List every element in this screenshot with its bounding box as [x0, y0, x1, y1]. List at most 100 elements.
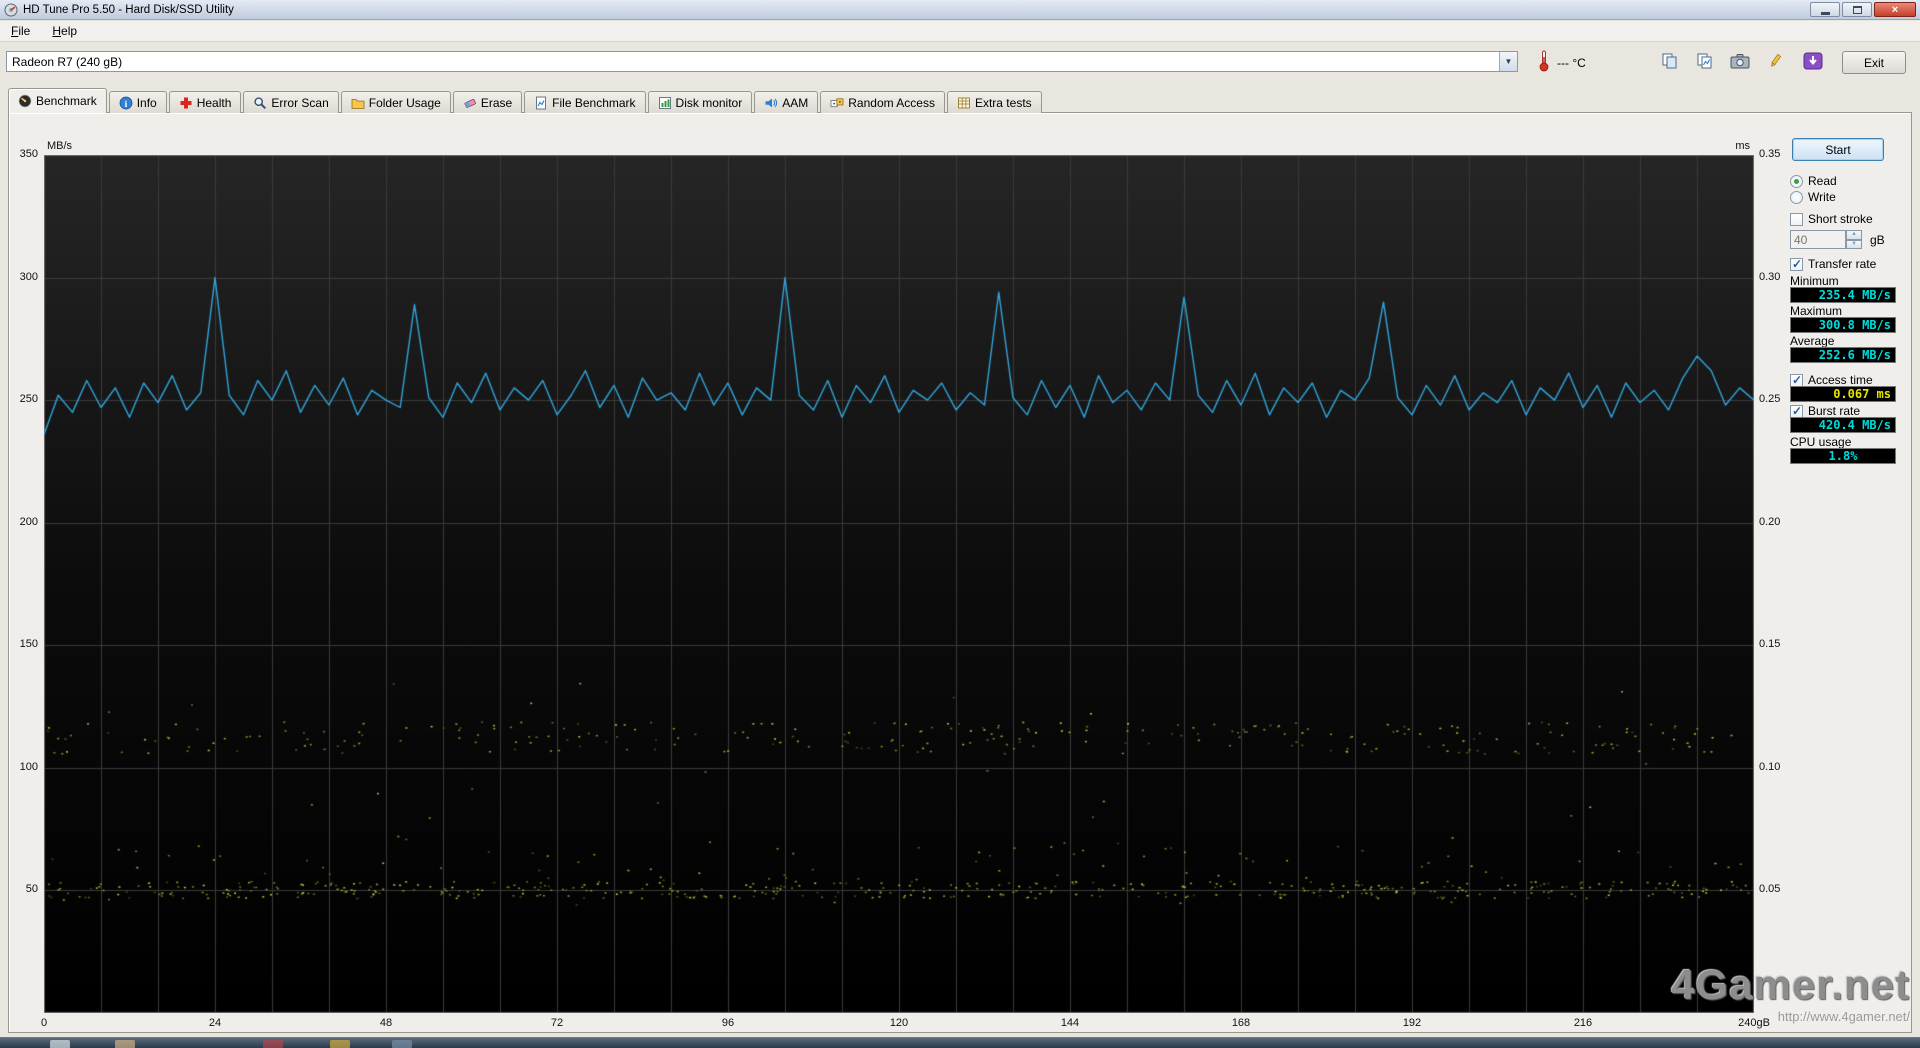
transfer-rate-label: Transfer rate — [1808, 257, 1877, 271]
watermark-url: http://www.4gamer.net/ — [1777, 1009, 1910, 1024]
tab-info[interactable]: i Info — [108, 91, 167, 113]
menu-help[interactable]: Help — [50, 23, 79, 39]
screenshot-button[interactable] — [1725, 49, 1754, 75]
tab-aam[interactable]: AAM — [754, 91, 819, 113]
short-stroke-checkbox[interactable] — [1790, 212, 1803, 226]
close-button[interactable]: × — [1874, 2, 1916, 17]
file-benchmark-icon — [534, 96, 548, 110]
read-radio-label: Read — [1808, 174, 1837, 188]
burst-rate-value: 420.4 MB/s — [1790, 417, 1896, 433]
spinner-up-icon[interactable]: ▲ — [1846, 230, 1862, 240]
drive-selector[interactable]: Radeon R7 (240 gB) ▼ — [6, 51, 1518, 72]
start-button[interactable]: Start — [1792, 138, 1884, 161]
copy-pages-icon — [1661, 53, 1679, 72]
health-icon — [179, 96, 193, 110]
menu-file[interactable]: File — [9, 23, 32, 39]
read-radio[interactable] — [1790, 174, 1803, 188]
tab-label: Extra tests — [974, 95, 1032, 110]
tab-label: Disk monitor — [675, 95, 743, 110]
tab-folder-usage[interactable]: Folder Usage — [340, 91, 451, 113]
camera-icon — [1730, 53, 1750, 72]
minimum-label: Minimum — [1790, 274, 1839, 288]
tab-extra-tests[interactable]: Extra tests — [946, 91, 1042, 113]
taskbar-sliver — [0, 1037, 1920, 1048]
maximum-value: 300.8 MB/s — [1790, 317, 1896, 333]
tab-health[interactable]: Health — [168, 91, 242, 113]
maximize-button[interactable] — [1842, 2, 1872, 17]
write-radio[interactable] — [1790, 190, 1803, 204]
copy-pages-button[interactable] — [1655, 49, 1684, 75]
copy-report-icon — [1696, 53, 1714, 72]
cpu-usage-label: CPU usage — [1790, 435, 1852, 449]
svg-text:i: i — [124, 99, 127, 109]
thermometer-icon — [1538, 49, 1550, 75]
tab-file-benchmark[interactable]: File Benchmark — [524, 91, 646, 113]
access-time-checkbox[interactable] — [1790, 373, 1803, 387]
tab-disk-monitor[interactable]: Disk monitor — [647, 91, 753, 113]
erase-icon — [463, 96, 477, 110]
taskbar-item — [50, 1040, 70, 1048]
taskbar-item — [115, 1040, 135, 1048]
tab-error-scan[interactable]: Error Scan — [243, 91, 339, 113]
access-time-label: Access time — [1808, 373, 1873, 387]
transfer-rate-option: Transfer rate — [1790, 257, 1876, 271]
drive-selector-value: Radeon R7 (240 gB) — [12, 54, 123, 69]
short-stroke-unit-label: gB — [1870, 233, 1885, 247]
extra-tests-icon — [957, 96, 971, 110]
benchmark-controls: Start Read Write Short stroke ▲ ▼ gB Tra… — [1788, 138, 1900, 473]
watermark-logo: 4Gamer.net — [1671, 961, 1910, 1008]
tab-label: File Benchmark — [552, 95, 636, 110]
short-stroke-option: Short stroke — [1790, 212, 1873, 226]
pen-icon — [1766, 53, 1784, 72]
maximize-icon — [1852, 5, 1862, 14]
taskbar-item — [330, 1040, 350, 1048]
save-results-button[interactable] — [1798, 49, 1827, 75]
burst-rate-checkbox[interactable] — [1790, 404, 1803, 418]
disk-monitor-icon — [658, 96, 672, 110]
minimum-value: 235.4 MB/s — [1790, 287, 1896, 303]
tab-label: AAM — [782, 95, 809, 110]
maximum-label: Maximum — [1790, 304, 1843, 318]
tab-label: Random Access — [848, 95, 935, 110]
short-stroke-spinner: ▲ ▼ — [1846, 230, 1862, 249]
write-radio-label: Write — [1808, 190, 1836, 204]
cpu-usage-value: 1.8% — [1790, 448, 1896, 464]
temperature-readout: --- °C — [1557, 56, 1586, 70]
tab-label: Benchmark — [36, 94, 97, 108]
title-bar: HD Tune Pro 5.50 - Hard Disk/SSD Utility… — [0, 0, 1920, 20]
write-option: Write — [1790, 190, 1836, 204]
burst-rate-label: Burst rate — [1808, 404, 1861, 418]
read-option: Read — [1790, 174, 1837, 188]
benchmark-chart — [44, 155, 1754, 1013]
spinner-down-icon[interactable]: ▼ — [1846, 239, 1862, 249]
tab-random-access[interactable]: Random Access — [820, 91, 945, 113]
tab-label: Folder Usage — [368, 95, 441, 110]
info-icon: i — [119, 96, 133, 110]
exit-button[interactable]: Exit — [1842, 51, 1906, 74]
tab-erase[interactable]: Erase — [452, 91, 523, 113]
tab-label: Erase — [480, 95, 513, 110]
burst-rate-option: Burst rate — [1790, 404, 1860, 418]
window-controls: × — [1810, 2, 1916, 17]
taskbar-item — [392, 1040, 412, 1048]
watermark: 4Gamer.net http://www.4gamer.net/ — [1671, 961, 1910, 1025]
download-icon — [1803, 52, 1823, 73]
average-label: Average — [1790, 334, 1835, 348]
copy-report-button[interactable] — [1690, 49, 1719, 75]
minimize-icon — [1820, 11, 1830, 15]
tab-label: Error Scan — [271, 95, 329, 110]
error-scan-icon — [253, 96, 267, 110]
toolbar: Radeon R7 (240 gB) ▼ --- °C Exit — [0, 43, 1920, 85]
access-time-value: 0.067 ms — [1790, 386, 1896, 402]
minimize-button[interactable] — [1810, 2, 1840, 17]
chevron-down-icon[interactable]: ▼ — [1499, 52, 1517, 71]
short-stroke-size-input[interactable] — [1790, 230, 1846, 249]
tab-benchmark[interactable]: Benchmark — [8, 88, 107, 113]
taskbar-item — [263, 1040, 283, 1048]
short-stroke-label: Short stroke — [1808, 212, 1873, 226]
menu-bar: File Help — [0, 21, 1920, 42]
random-access-icon — [830, 96, 844, 110]
access-time-option: Access time — [1790, 373, 1873, 387]
options-button[interactable] — [1760, 49, 1789, 75]
transfer-rate-checkbox[interactable] — [1790, 257, 1803, 271]
